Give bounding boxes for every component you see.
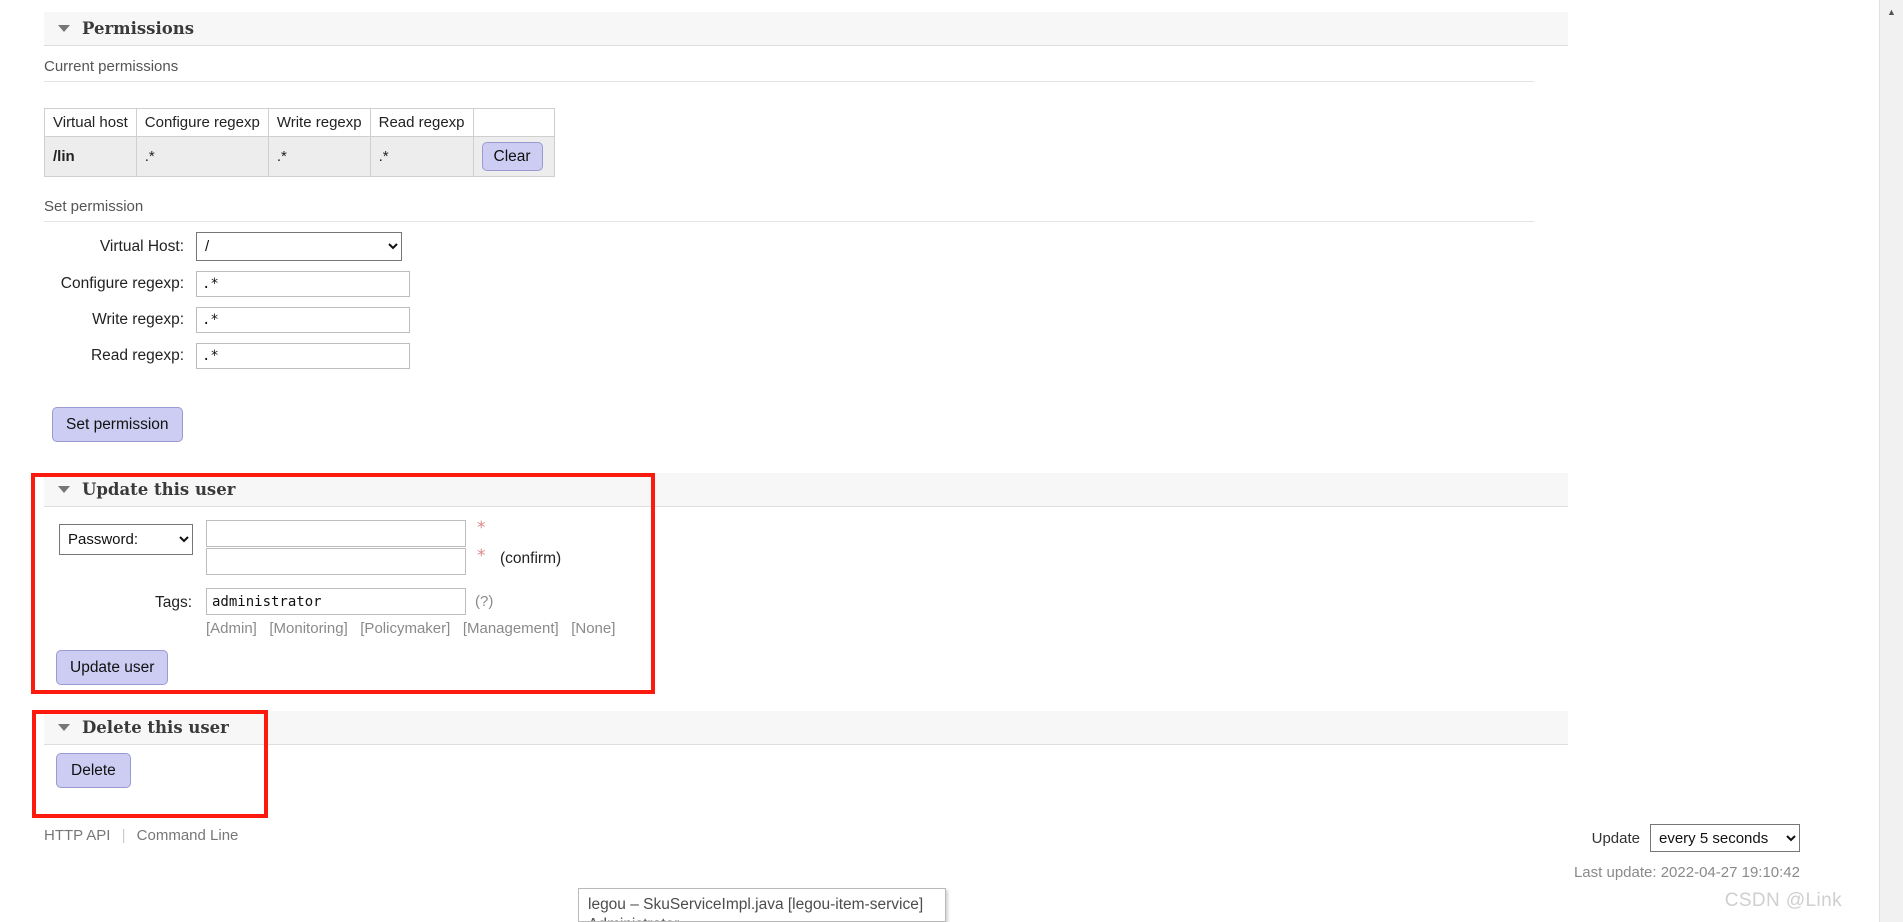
- update-interval-label: Update: [1591, 829, 1640, 847]
- collapse-triangle-icon[interactable]: [58, 486, 70, 493]
- taskbar-title-line2: Administrator: [588, 915, 936, 921]
- tag-link-monitoring[interactable]: [Monitoring]: [269, 620, 347, 637]
- table-row: /lin .* .* .* Clear: [44, 135, 555, 178]
- section-title-delete-user: Delete this user: [82, 718, 229, 737]
- configure-regexp-input[interactable]: [196, 271, 410, 297]
- section-title-permissions: Permissions: [82, 19, 195, 38]
- tags-help-link[interactable]: (?): [475, 593, 493, 610]
- label-read-regexp: Read regexp:: [90, 347, 184, 364]
- form-row-read-regexp: Read regexp:: [44, 343, 744, 369]
- scroll-up-arrow-icon[interactable]: ▲: [1880, 2, 1903, 22]
- form-row-write-regexp: Write regexp:: [44, 307, 744, 333]
- tag-link-admin[interactable]: [Admin]: [206, 620, 257, 637]
- col-configure-regexp: Configure regexp: [135, 108, 269, 137]
- watermark-text: CSDN @Link: [1724, 890, 1842, 911]
- col-write-regexp: Write regexp: [267, 108, 371, 137]
- taskbar-title-line1: legou – SkuServiceImpl.java [legou-item-…: [588, 896, 924, 913]
- password-required-marker: *: [477, 518, 486, 538]
- col-read-regexp: Read regexp: [369, 108, 474, 137]
- tag-preset-links: [Admin] [Monitoring] [Policymaker] [Mana…: [206, 620, 615, 637]
- table-header-row: Virtual host Configure regexp Write rege…: [44, 108, 555, 137]
- confirm-label: (confirm): [500, 550, 562, 567]
- collapse-triangle-icon[interactable]: [58, 724, 70, 731]
- form-row-configure-regexp: Configure regexp:: [44, 271, 744, 297]
- write-regexp-input[interactable]: [196, 307, 410, 333]
- footer-separator: |: [121, 827, 126, 844]
- cell-read-regexp: .*: [369, 135, 474, 178]
- taskbar-window-preview[interactable]: legou – SkuServiceImpl.java [legou-item-…: [578, 888, 946, 922]
- current-permissions-table: Virtual host Configure regexp Write rege…: [44, 108, 555, 178]
- update-user-button[interactable]: Update user: [56, 650, 169, 686]
- last-update-text: Last update: 2022-04-27 19:10:42: [1573, 864, 1800, 881]
- confirm-required-marker: *: [477, 546, 486, 566]
- set-permission-form: Virtual Host: / Configure regexp: Write …: [44, 232, 744, 379]
- label-write-regexp: Write regexp:: [92, 311, 184, 328]
- read-regexp-input[interactable]: [196, 343, 410, 369]
- footer-links: HTTP API | Command Line: [44, 827, 238, 844]
- col-virtual-host: Virtual host: [44, 108, 137, 137]
- page-canvas: Permissions Current permissions Virtual …: [0, 0, 1880, 922]
- update-interval-row: Update every 5 seconds: [1592, 824, 1800, 852]
- tag-link-none[interactable]: [None]: [571, 620, 615, 637]
- label-configure-regexp: Configure regexp:: [60, 275, 184, 292]
- http-api-link[interactable]: HTTP API: [44, 827, 110, 844]
- tag-link-management[interactable]: [Management]: [463, 620, 559, 637]
- col-actions: [472, 108, 555, 137]
- tag-link-policymaker[interactable]: [Policymaker]: [360, 620, 450, 637]
- section-header-permissions[interactable]: Permissions: [44, 12, 1568, 46]
- cell-virtual-host: /lin: [44, 135, 137, 178]
- update-interval-select[interactable]: every 5 seconds: [1650, 824, 1800, 852]
- collapse-triangle-icon[interactable]: [58, 25, 70, 32]
- cell-action: Clear: [472, 135, 555, 178]
- cell-write-regexp: .*: [267, 135, 371, 178]
- label-virtual-host: Virtual Host:: [99, 237, 184, 255]
- section-header-delete-user[interactable]: Delete this user: [44, 711, 1568, 745]
- virtual-host-select[interactable]: /: [196, 232, 402, 261]
- set-permission-button[interactable]: Set permission: [52, 407, 183, 443]
- vertical-scrollbar[interactable]: ▲: [1879, 0, 1903, 922]
- password-confirm-input[interactable]: [206, 548, 466, 575]
- clear-permission-button[interactable]: Clear: [481, 142, 543, 172]
- delete-user-button[interactable]: Delete: [56, 753, 131, 789]
- tags-input[interactable]: [206, 588, 466, 615]
- cell-configure-regexp: .*: [135, 135, 269, 178]
- section-title-update-user: Update this user: [82, 480, 236, 499]
- current-permissions-label: Current permissions: [44, 58, 1534, 82]
- section-header-update-user[interactable]: Update this user: [44, 473, 1568, 507]
- label-tags: Tags:: [155, 594, 193, 611]
- command-line-link[interactable]: Command Line: [137, 827, 239, 844]
- password-input[interactable]: [206, 520, 466, 547]
- form-row-virtual-host: Virtual Host: /: [44, 232, 744, 261]
- set-permission-label: Set permission: [44, 198, 1534, 222]
- credential-type-select[interactable]: Password:: [59, 524, 193, 555]
